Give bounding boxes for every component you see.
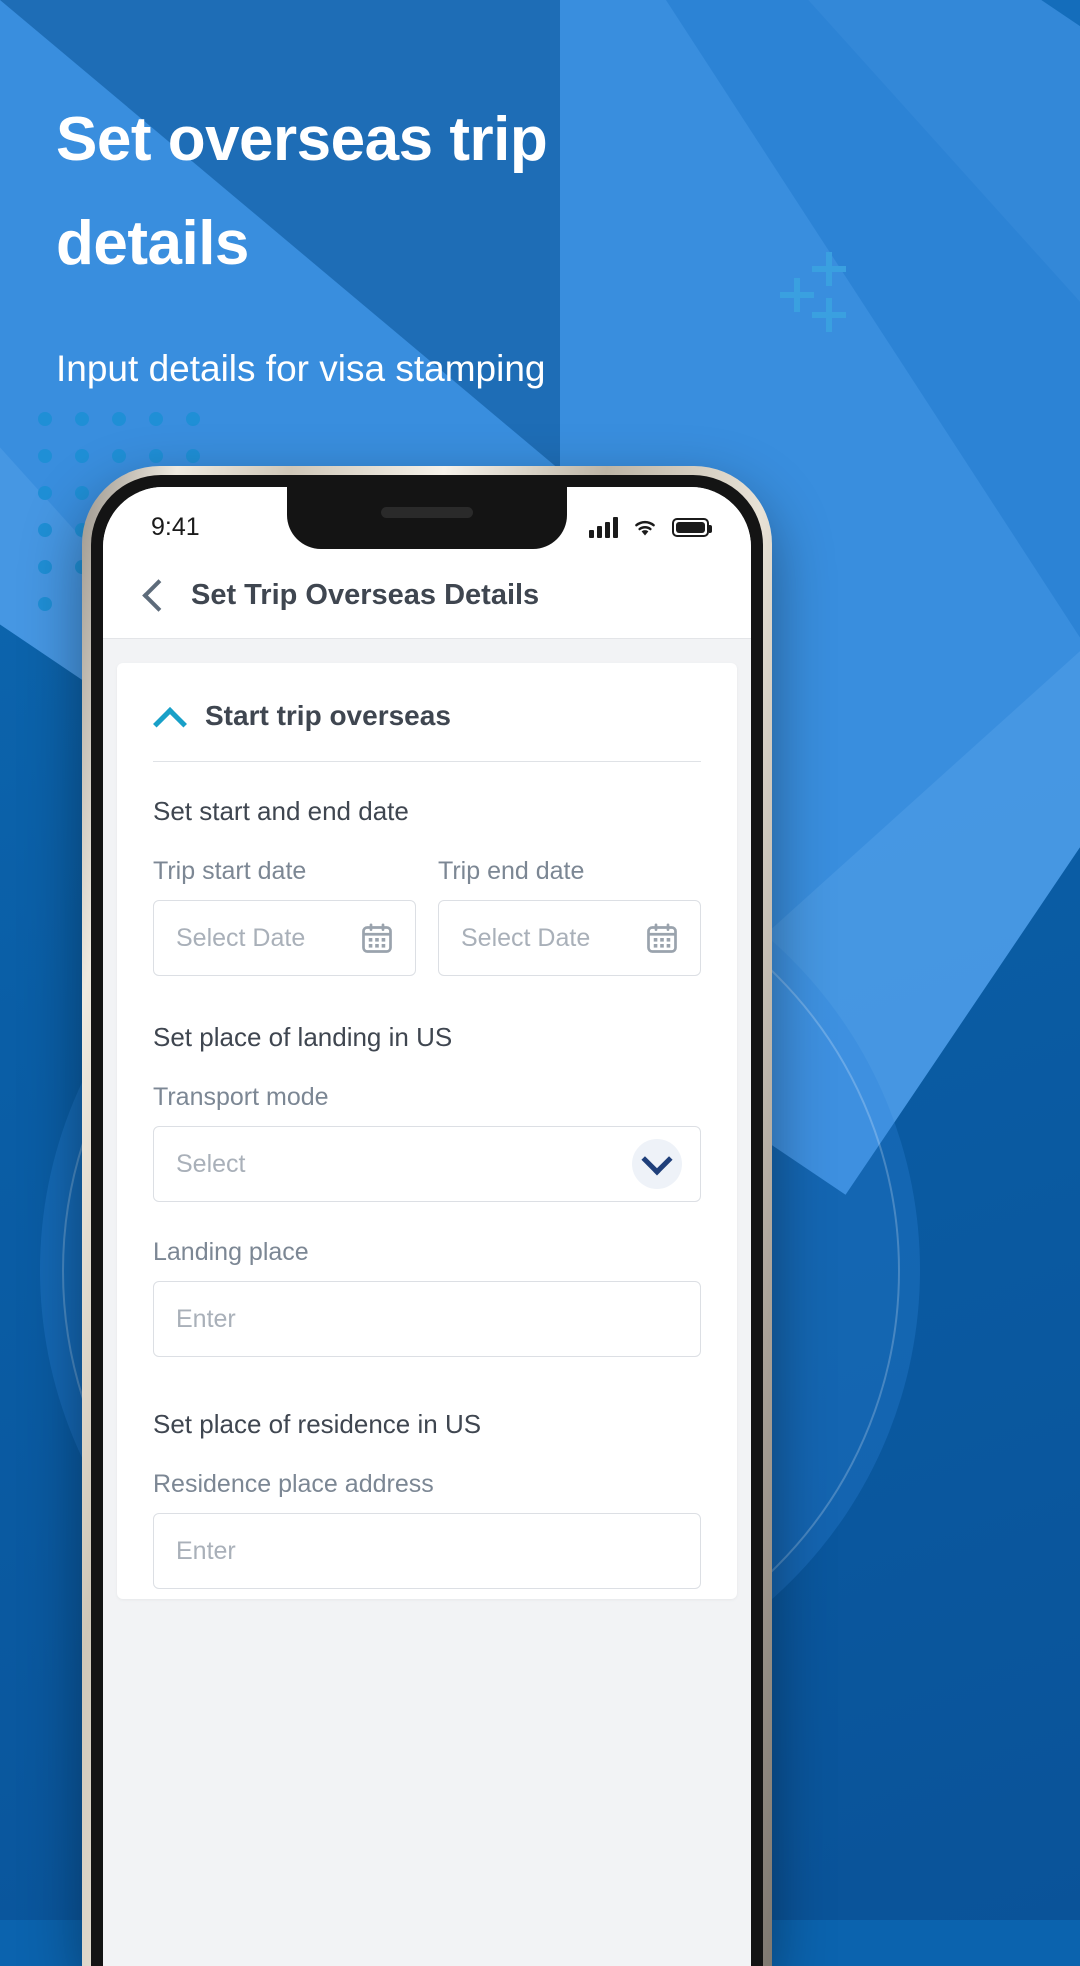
transport-mode-select[interactable]: Select [153, 1126, 701, 1202]
dot [112, 449, 126, 463]
page-title: Set Trip Overseas Details [191, 579, 540, 611]
section-heading-landing: Set place of landing in US [153, 1022, 453, 1052]
cellular-signal-icon [589, 516, 618, 538]
phone-notch [287, 487, 567, 549]
dot [186, 449, 200, 463]
dot [38, 486, 52, 500]
back-chevron-icon[interactable] [133, 576, 173, 616]
battery-icon [672, 517, 712, 537]
app-content: Start trip overseas Set start and end da… [103, 639, 751, 1966]
dot [38, 412, 52, 426]
trip-end-date-label: Trip end date [438, 857, 585, 885]
phone-frame: 9:41 Set Trip Overseas Details Start tri… [82, 466, 772, 1966]
hero-title-line1: Set overseas trip [56, 105, 548, 174]
wifi-icon [635, 520, 655, 535]
dot [75, 412, 89, 426]
residence-place-address-label: Residence place address [153, 1470, 434, 1498]
landing-place-input[interactable]: Enter [153, 1281, 701, 1357]
residence-place-address-input[interactable]: Enter [153, 1513, 701, 1589]
trip-start-date-label: Trip start date [153, 857, 307, 885]
section-heading-dates: Set start and end date [153, 796, 409, 826]
trip-start-date-input[interactable]: Select Date [153, 900, 416, 976]
dot [75, 449, 89, 463]
dot [38, 449, 52, 463]
date-fields-row: Trip start date Select Date Trip end dat… [117, 827, 737, 976]
transport-mode-placeholder: Select [176, 1149, 246, 1178]
phone-mockup: 9:41 Set Trip Overseas Details Start tri… [82, 466, 772, 1966]
accordion-header-start-trip[interactable]: Start trip overseas [117, 663, 737, 761]
dot [149, 449, 163, 463]
calendar-icon[interactable] [644, 920, 680, 956]
transport-mode-label: Transport mode [153, 1083, 329, 1111]
hero-text-block: Set overseas trip details Input details … [56, 88, 816, 390]
hero-title-line2: details [56, 209, 249, 278]
status-bar-time: 9:41 [151, 512, 200, 541]
dot [38, 597, 52, 611]
landing-place-label: Landing place [153, 1238, 309, 1266]
plus-icon [812, 252, 846, 286]
calendar-icon[interactable] [359, 920, 395, 956]
accordion-title: Start trip overseas [205, 700, 451, 731]
residence-place-address-placeholder: Enter [176, 1536, 236, 1565]
dot [186, 412, 200, 426]
phone-screen: 9:41 Set Trip Overseas Details Start tri… [103, 487, 751, 1966]
dot [38, 523, 52, 537]
earpiece-speaker [381, 507, 473, 518]
landing-place-placeholder: Enter [176, 1304, 236, 1333]
trip-end-date-input[interactable]: Select Date [438, 900, 701, 976]
hero-subtitle: Input details for visa stamping [56, 348, 546, 389]
status-bar-icons [589, 516, 712, 538]
hero-title: Set overseas trip details [56, 88, 816, 296]
phone-bezel: 9:41 Set Trip Overseas Details Start tri… [91, 475, 763, 1966]
trip-end-date-placeholder: Select Date [461, 923, 591, 952]
plus-icon [812, 298, 846, 332]
trip-start-date-group: Trip start date Select Date [153, 827, 416, 976]
dot [149, 412, 163, 426]
chevron-down-icon[interactable] [632, 1139, 682, 1189]
trip-start-date-placeholder: Select Date [176, 923, 306, 952]
section-heading-residence: Set place of residence in US [153, 1409, 482, 1439]
dot [112, 412, 126, 426]
app-navbar: Set Trip Overseas Details [103, 553, 751, 639]
dot [38, 560, 52, 574]
chevron-up-icon[interactable] [153, 699, 187, 733]
trip-end-date-group: Trip end date Select Date [438, 827, 701, 976]
trip-details-card: Start trip overseas Set start and end da… [117, 663, 737, 1599]
